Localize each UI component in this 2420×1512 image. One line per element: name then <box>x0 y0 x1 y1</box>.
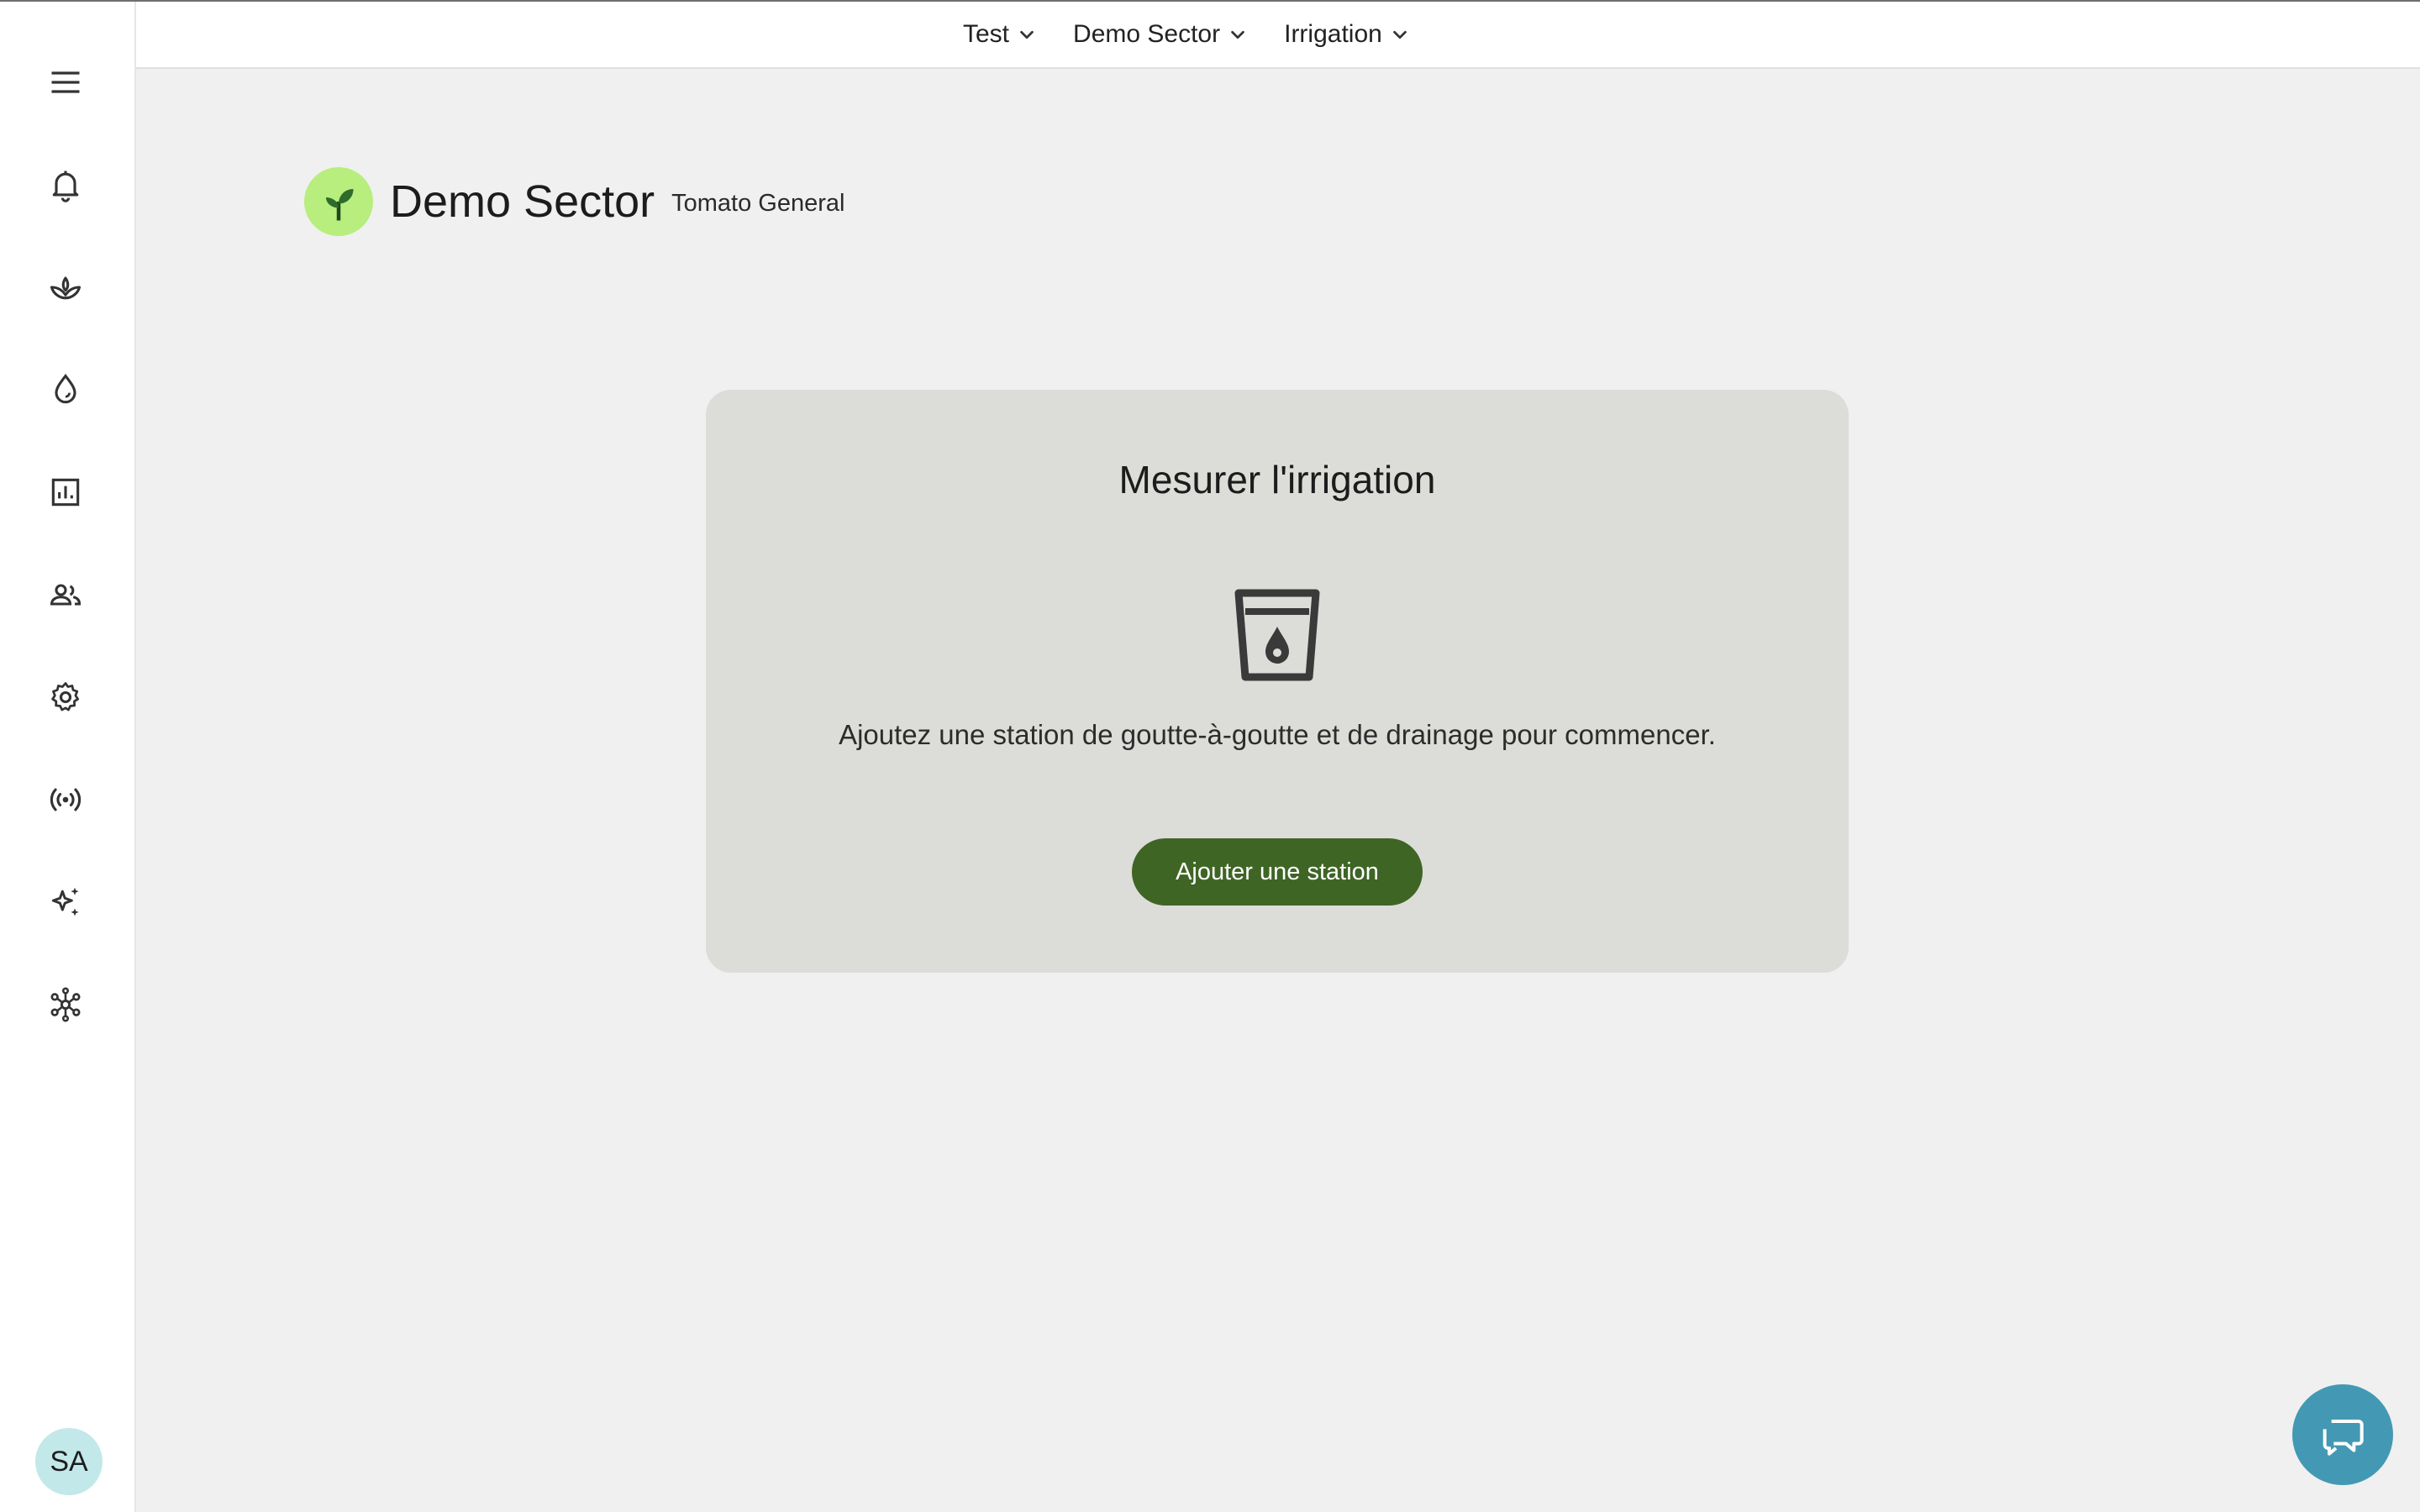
sector-logo <box>304 167 373 236</box>
sidebar-item-settings[interactable] <box>42 674 89 721</box>
sprout-icon <box>326 189 354 221</box>
gear-icon <box>51 682 80 711</box>
users-icon <box>50 584 82 606</box>
drop-icon <box>55 373 76 404</box>
page-header: Demo Sector Tomato General <box>304 166 844 237</box>
chevron-down-icon <box>1393 30 1407 39</box>
crumb-irrigation[interactable]: Irrigation <box>1284 20 1409 49</box>
sidebar-item-ai[interactable] <box>42 879 89 926</box>
add-station-button[interactable]: Ajouter une station <box>1132 838 1423 906</box>
chat-icon <box>2323 1420 2364 1456</box>
sidebar-menu-button[interactable] <box>42 59 89 106</box>
card-title: Mesurer l'irrigation <box>1118 458 1436 501</box>
chevron-down-icon <box>1020 30 1034 39</box>
page-subtitle: Tomato General <box>671 189 845 217</box>
sidebar-item-reports[interactable] <box>42 469 89 516</box>
network-icon <box>50 987 81 1022</box>
crumb-sector[interactable]: Demo Sector <box>1073 20 1247 49</box>
broadcast-icon <box>50 788 82 811</box>
avatar[interactable]: SA <box>35 1428 103 1495</box>
avatar-initials: SA <box>50 1445 88 1478</box>
sparkle-icon <box>51 887 79 916</box>
menu-icon <box>51 71 80 93</box>
sidebar-item-team[interactable] <box>42 571 89 618</box>
sidebar-item-alerts[interactable] <box>42 161 89 208</box>
crumb-label: Irrigation <box>1284 20 1382 48</box>
chart-icon <box>51 478 80 507</box>
page-title: Demo Sector <box>390 176 655 227</box>
crumb-label: Test <box>963 20 1010 48</box>
card-message: Ajoutez une station de goutte-à-goutte e… <box>839 719 1716 750</box>
sidebar-item-integrations[interactable] <box>42 981 89 1028</box>
bell-icon <box>52 171 79 202</box>
water-cup-icon <box>1234 589 1320 681</box>
sidebar-item-crops[interactable] <box>42 264 89 311</box>
chevron-down-icon <box>1231 30 1244 39</box>
sprout-icon <box>50 276 82 300</box>
sidebar-item-irrigation[interactable] <box>42 366 89 413</box>
irrigation-empty-card: Mesurer l'irrigation Ajoutez une station… <box>706 390 1849 973</box>
sidebar: SA <box>0 2 136 1512</box>
top-bar: Test Demo Sector Irrigation <box>0 2 2420 69</box>
chat-button[interactable] <box>2292 1384 2393 1485</box>
breadcrumb: Test Demo Sector Irrigation <box>963 2 1409 67</box>
sidebar-item-sensors[interactable] <box>42 776 89 823</box>
crumb-label: Demo Sector <box>1073 20 1221 48</box>
crumb-test[interactable]: Test <box>963 20 1036 49</box>
